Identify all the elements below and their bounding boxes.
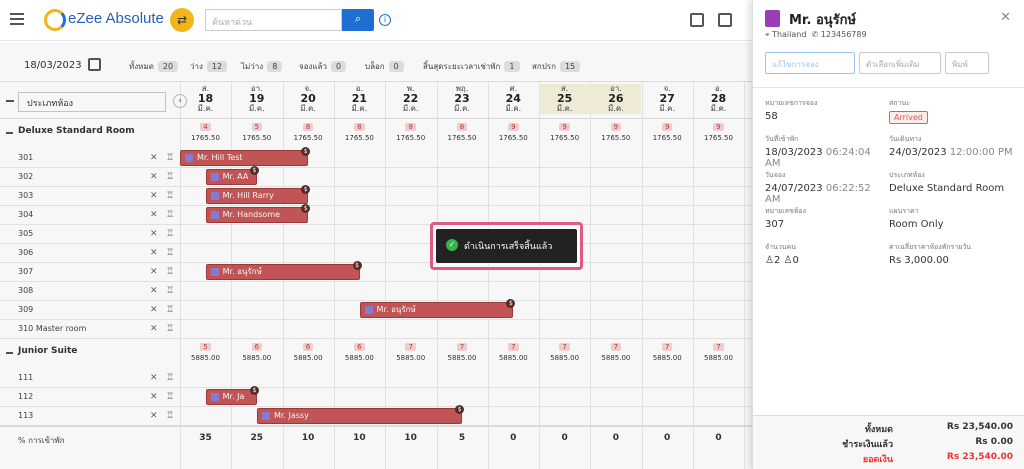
- guest-contact: ⌖ Thailand ✆ 123456789: [765, 30, 867, 39]
- field-avg-rate: ค่าเฉลี่ยราคาห้องพักรายวัน Rs 3,000.00: [889, 243, 972, 266]
- field-departure: วันเดินทาง 24/03/2023 12:00:00 PM: [889, 135, 1013, 158]
- field-res-no: หมายเลขการจอง 58: [765, 99, 818, 122]
- more-options-button[interactable]: ตัวเลือกเพิ่มเติม: [859, 52, 941, 74]
- close-icon[interactable]: ✕: [1000, 10, 1011, 25]
- app-name: eZee Absolute: [68, 10, 164, 27]
- calendar-icon[interactable]: [690, 13, 704, 27]
- quick-search-input[interactable]: ค้นหาด่วน: [205, 9, 342, 31]
- toast-highlight: ✓ ดำเนินการเสร็จสิ้นแล้ว: [430, 222, 583, 270]
- balance-label: ยอดเงิน: [862, 455, 893, 465]
- check-icon: ✓: [446, 239, 458, 251]
- toast-message-box: ✓ ดำเนินการเสร็จสิ้นแล้ว: [436, 229, 577, 263]
- field-booking-date: วันจอง 24/07/2023 06:22:52 AM: [765, 171, 871, 205]
- field-status: สถานะ Arrived: [889, 98, 1009, 124]
- phone: 123456789: [820, 30, 867, 39]
- info-icon[interactable]: i: [379, 14, 391, 26]
- child-icon: ♙: [783, 255, 793, 266]
- guest-name: Mr. อนุรักษ์: [789, 13, 857, 28]
- app-logo-icon: [44, 9, 66, 31]
- balance-value: Rs 23,540.00: [946, 452, 1013, 462]
- field-room-no: หมายเลขห้อง 307: [765, 207, 806, 230]
- panel-footer: ทั้งหมด Rs 23,540.00 ชำระเงินแล้ว Rs 0.0…: [753, 415, 1024, 469]
- edit-reservation-button[interactable]: แก้ไขการจอง: [765, 52, 855, 74]
- toast-text: ดำเนินการเสร็จสิ้นแล้ว: [464, 242, 553, 252]
- status-badge: Arrived: [889, 111, 928, 124]
- field-rate-plan: แผนราคา Room Only: [889, 207, 944, 230]
- switch-property-button[interactable]: ⇄: [170, 8, 194, 32]
- field-room-type: ประเภทห้อง Deluxe Standard Room: [889, 171, 1005, 194]
- adult-icon: ♙: [765, 255, 774, 266]
- total-value: Rs 23,540.00: [946, 422, 1013, 432]
- field-pax: จำนวนคน ♙2 ♙0: [765, 243, 799, 266]
- reservation-detail-panel: Mr. อนุรักษ์ ✕ ⌖ Thailand ✆ 123456789 แก…: [752, 0, 1024, 469]
- menu-icon[interactable]: [10, 13, 24, 28]
- paid-label: ชำระเงินแล้ว: [842, 440, 893, 450]
- country: Thailand: [772, 30, 807, 39]
- guest-icon: [765, 10, 780, 27]
- total-label: ทั้งหมด: [864, 425, 893, 435]
- toast-overlay: ✓ ดำเนินการเสร็จสิ้นแล้ว: [0, 42, 752, 469]
- field-arrival: วันที่เข้าพัก 18/03/2023 06:24:04 AM: [765, 135, 871, 169]
- paid-value: Rs 0.00: [975, 437, 1013, 447]
- search-button[interactable]: ⌕: [342, 9, 374, 31]
- print-button[interactable]: พิมพ์: [945, 52, 989, 74]
- panel-header: Mr. อนุรักษ์ ✕ ⌖ Thailand ✆ 123456789 แก…: [753, 0, 1024, 88]
- notes-icon[interactable]: [718, 13, 732, 27]
